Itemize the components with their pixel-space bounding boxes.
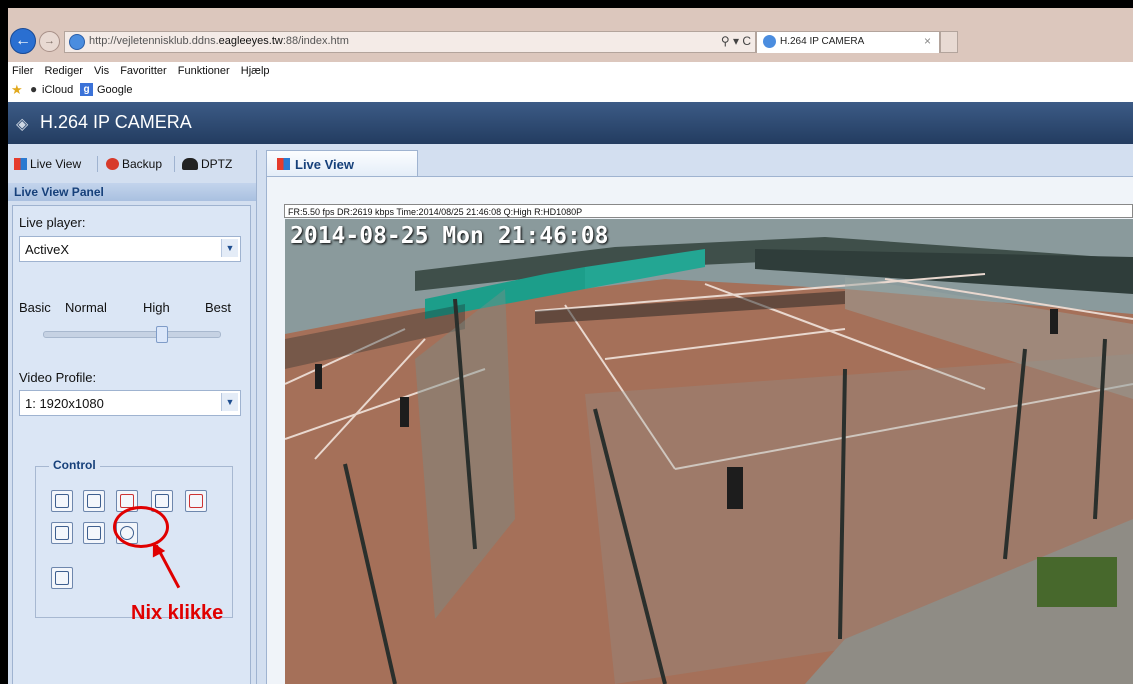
ie-page-icon — [69, 34, 85, 50]
browser-tab[interactable]: H.264 IP CAMERA × — [756, 31, 940, 53]
tab-live-view[interactable]: Live View — [266, 150, 418, 177]
camera-video-feed[interactable]: 2014-08-25 Mon 21:46:08 — [285, 219, 1133, 684]
live-view-panel: Live player: ActiveX ▼ Basic Normal High… — [12, 205, 251, 684]
forward-button[interactable]: → — [39, 31, 60, 52]
menu-hjaelp[interactable]: Hjælp — [241, 65, 270, 77]
quality-high: High — [143, 300, 170, 315]
window-size-button[interactable] — [83, 522, 105, 544]
zoom-icon — [155, 494, 169, 508]
microphone-button[interactable] — [185, 490, 207, 512]
speaker-muted-icon — [120, 494, 134, 508]
video-profile-value: 1: 1920x1080 — [25, 396, 104, 411]
nav-backup-label: Backup — [122, 157, 163, 171]
panel-title: Live View Panel — [8, 183, 256, 201]
backup-icon — [106, 158, 119, 170]
quality-slider-thumb[interactable] — [156, 326, 168, 343]
original-size-button[interactable] — [51, 522, 73, 544]
microphone-muted-icon — [189, 494, 203, 508]
camera-logo-icon: ◈ — [16, 116, 29, 133]
control-label: Control — [49, 458, 100, 472]
app-title: H.264 IP CAMERA — [40, 112, 192, 132]
back-button[interactable]: ← — [10, 28, 36, 54]
one-to-one-icon — [55, 526, 69, 540]
menu-vis[interactable]: Vis — [94, 65, 109, 77]
favorite-icloud[interactable]: iCloud — [42, 84, 73, 96]
fullscreen-button[interactable] — [83, 490, 105, 512]
live-player-value: ActiveX — [25, 242, 70, 257]
nav-dptz[interactable]: DPTZ — [182, 157, 232, 171]
tab-live-view-label: Live View — [295, 157, 355, 172]
camera-app-header: ◈ H.264 IP CAMERA — [8, 102, 1133, 144]
tab-title: H.264 IP CAMERA — [780, 36, 865, 47]
chevron-down-icon: ▼ — [221, 239, 238, 257]
menu-filer[interactable]: Filer — [12, 65, 33, 77]
osd-timestamp: 2014-08-25 Mon 21:46:08 — [290, 223, 609, 249]
nav-live-view[interactable]: Live View — [14, 157, 81, 171]
new-tab-button[interactable] — [940, 31, 958, 53]
screenshot-frame: ← → http://vejletennisklub.ddns.eagleeye… — [8, 8, 1133, 684]
quality-best: Best — [205, 300, 232, 315]
quality-slider[interactable] — [43, 326, 221, 343]
stream-status-line: FR:5.50 fps DR:2619 kbps Time:2014/08/25… — [284, 204, 1133, 218]
address-bar[interactable]: http://vejletennisklub.ddns.eagleeyes.tw… — [64, 31, 756, 53]
storage-button[interactable] — [51, 567, 73, 589]
google-icon: g — [80, 83, 93, 96]
chevron-down-icon: ▼ — [221, 393, 238, 411]
nav-dptz-label: DPTZ — [201, 157, 233, 171]
fullscreen-icon — [87, 494, 101, 508]
menu-rediger[interactable]: Rediger — [44, 65, 83, 77]
top-nav: Live View Backup DPTZ — [8, 150, 256, 178]
window-icon — [87, 526, 101, 540]
live-player-label: Live player: — [19, 215, 86, 230]
favorite-google[interactable]: Google — [97, 84, 132, 96]
apple-icon: ● — [30, 82, 38, 96]
quality-basic: Basic — [19, 300, 51, 315]
left-panel: Live View Backup DPTZ Live View Panel Li… — [8, 150, 257, 684]
video-profile-label: Video Profile: — [19, 370, 97, 385]
nav-live-view-label: Live View — [30, 157, 82, 171]
favorites-bar: ★ ● iCloud g Google — [8, 80, 1133, 100]
snapshot-button[interactable] — [51, 490, 73, 512]
browser-titlebar: ← → http://vejletennisklub.ddns.eagleeye… — [8, 8, 1133, 62]
live-player-select[interactable]: ActiveX ▼ — [19, 236, 241, 262]
storage-icon — [55, 571, 69, 585]
nav-backup[interactable]: Backup — [106, 157, 162, 171]
nav-divider — [97, 156, 98, 172]
menu-funktioner[interactable]: Funktioner — [178, 65, 230, 77]
annotation-text: Nix klikke — [131, 602, 224, 624]
search-refresh-icons[interactable]: ⚲ ▾ C — [721, 34, 751, 48]
quality-normal: Normal — [65, 300, 107, 315]
nav-divider — [174, 156, 175, 172]
dome-camera-icon — [182, 158, 198, 170]
camera-icon — [55, 494, 69, 508]
tab-close-icon[interactable]: × — [924, 34, 931, 48]
video-profile-select[interactable]: 1: 1920x1080 ▼ — [19, 390, 241, 416]
menu-favoritter[interactable]: Favoritter — [120, 65, 166, 77]
menu-bar: Filer Rediger Vis Favoritter Funktioner … — [8, 62, 1133, 80]
address-url: http://vejletennisklub.ddns.eagleeyes.tw… — [89, 35, 349, 47]
tennis-court-scene — [285, 219, 1133, 684]
favorites-star-icon[interactable]: ★ — [11, 82, 23, 98]
tab-ie-icon — [763, 35, 776, 48]
live-view-icon — [14, 158, 27, 170]
live-view-icon — [277, 158, 290, 170]
